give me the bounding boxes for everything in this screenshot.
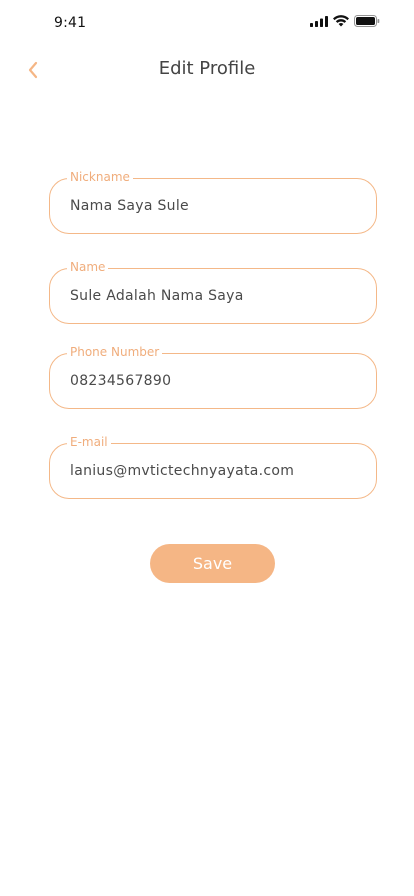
phone-number-input[interactable] bbox=[70, 353, 361, 409]
status-time: 9:41 bbox=[54, 15, 87, 31]
name-input[interactable] bbox=[70, 268, 361, 324]
cellular-signal-icon bbox=[310, 15, 328, 27]
phone-number-field: Phone Number bbox=[49, 343, 377, 409]
page-title: Edit Profile bbox=[158, 58, 256, 79]
edit-profile-screen: 9:41 Edit Profile Nickname Nama Saya Sul… bbox=[0, 0, 414, 896]
status-icons bbox=[310, 15, 380, 27]
wifi-icon bbox=[333, 15, 349, 27]
name-field: Name bbox=[49, 258, 377, 324]
nickname-input[interactable] bbox=[70, 178, 361, 234]
email-input[interactable] bbox=[70, 443, 361, 499]
email-field: E-mail bbox=[49, 433, 377, 499]
save-button[interactable]: Save bbox=[150, 544, 275, 583]
battery-icon bbox=[354, 15, 380, 27]
nickname-field: Nickname bbox=[49, 168, 377, 234]
